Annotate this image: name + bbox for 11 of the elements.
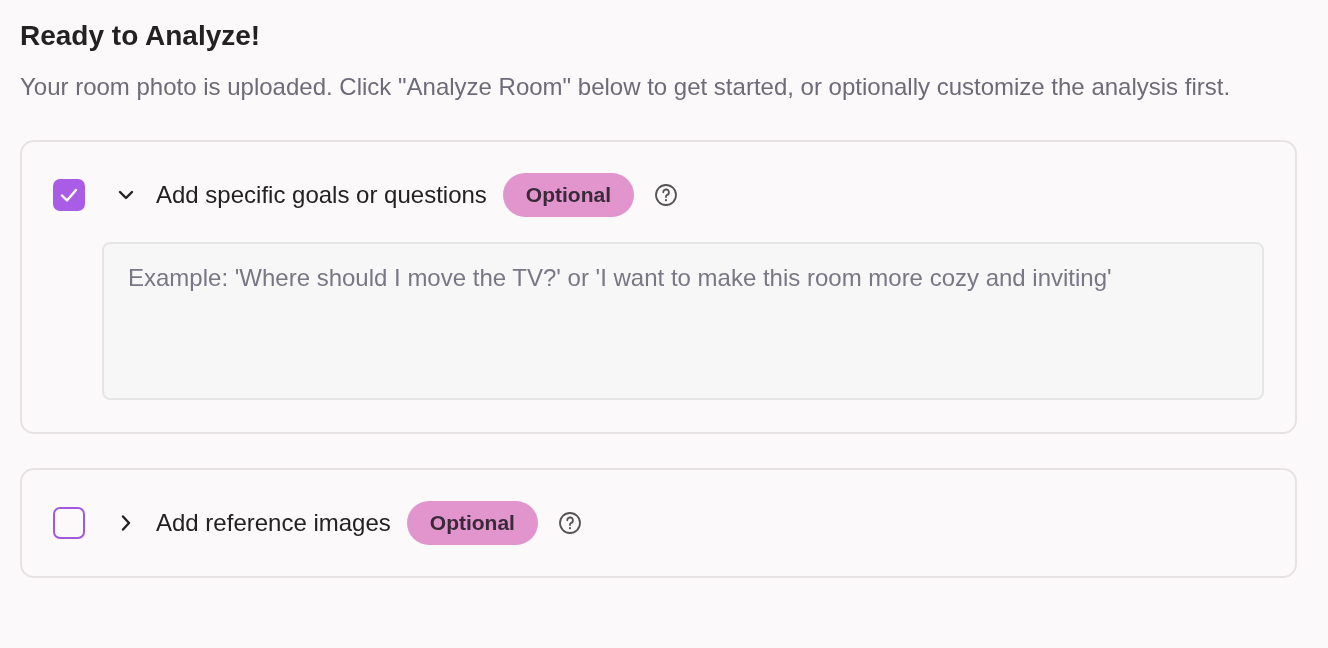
optional-badge: Optional xyxy=(406,500,538,545)
section-label: Add specific goals or questions xyxy=(156,179,487,210)
help-icon[interactable] xyxy=(557,510,582,535)
section-label: Add reference images xyxy=(156,507,391,538)
optional-badge: Optional xyxy=(502,172,635,217)
page-heading: Ready to Analyze! xyxy=(20,19,262,53)
intro-text: Your room photo is uploaded. Click "Analyze Room" below to get started, or optionally customize the analysis first. xyxy=(20,71,1232,102)
checkbox[interactable] xyxy=(53,506,85,539)
goals-text-area[interactable]: Example: 'Where should I move the TV?' or 'I want to make this room more cozy and inviting' xyxy=(102,241,1264,400)
checkbox[interactable] xyxy=(53,178,85,211)
help-icon[interactable] xyxy=(654,182,679,207)
